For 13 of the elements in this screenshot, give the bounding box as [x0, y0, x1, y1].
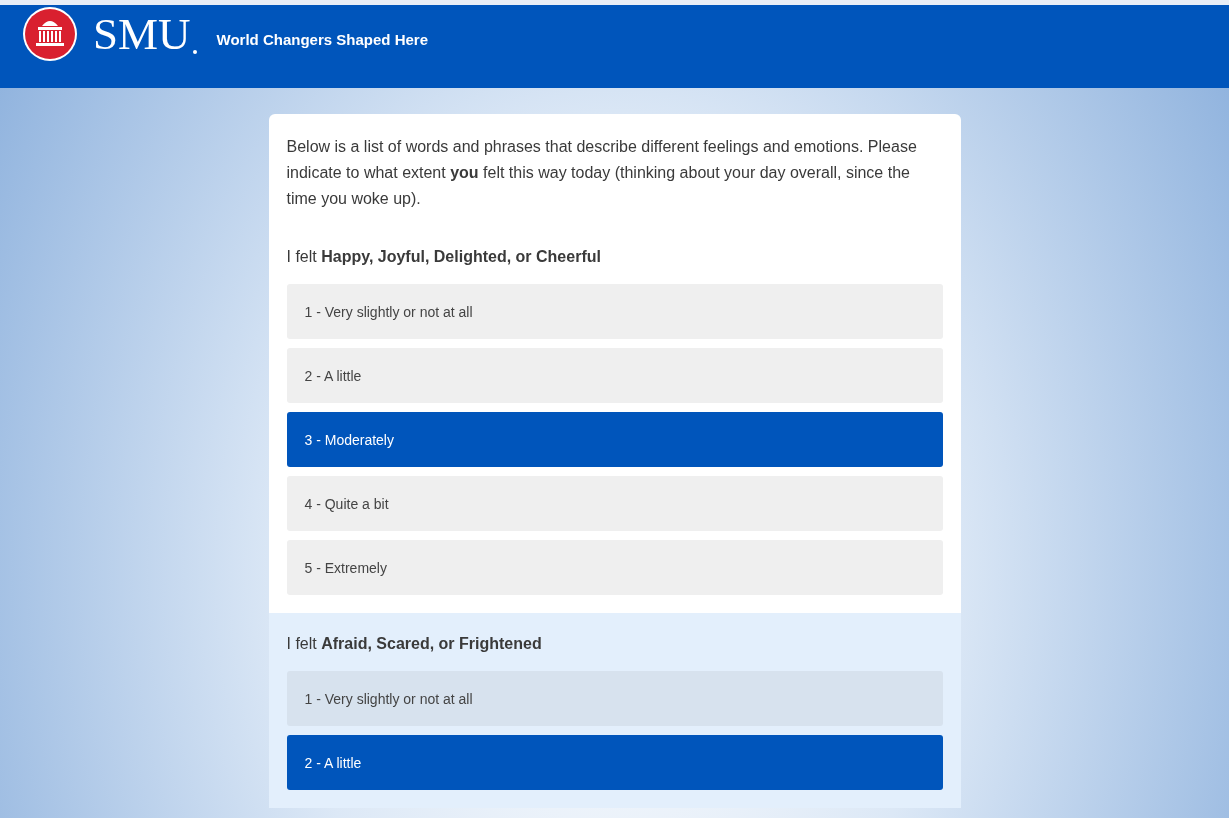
tagline: World Changers Shaped Here	[216, 31, 428, 48]
answer-option[interactable]: 3 - Moderately	[286, 412, 943, 467]
answer-option[interactable]: 2 - A little	[286, 735, 943, 790]
instructions-text: Below is a list of words and phrases that describe different feelings and emotions. Please indicate to what extent you felt this way today (thinking about your day overall, since the time you woke up).	[285, 137, 918, 209]
answer-option[interactable]: 4 - Quite a bit	[286, 476, 943, 531]
question-text: I felt Happy, Joyful, Delighted, or Cheerful	[286, 248, 602, 266]
logo-icon	[22, 6, 78, 62]
answer-option[interactable]: 5 - Extremely	[286, 540, 943, 595]
question-text: I felt Afraid, Scared, or Frightened	[286, 635, 543, 653]
answer-option[interactable]: 1 - Very slightly or not at all	[286, 284, 943, 339]
answer-option[interactable]: 2 - A little	[286, 348, 943, 403]
logo-text: SMU	[93, 8, 191, 60]
answer-option[interactable]: 1 - Very slightly or not at all	[286, 671, 943, 726]
